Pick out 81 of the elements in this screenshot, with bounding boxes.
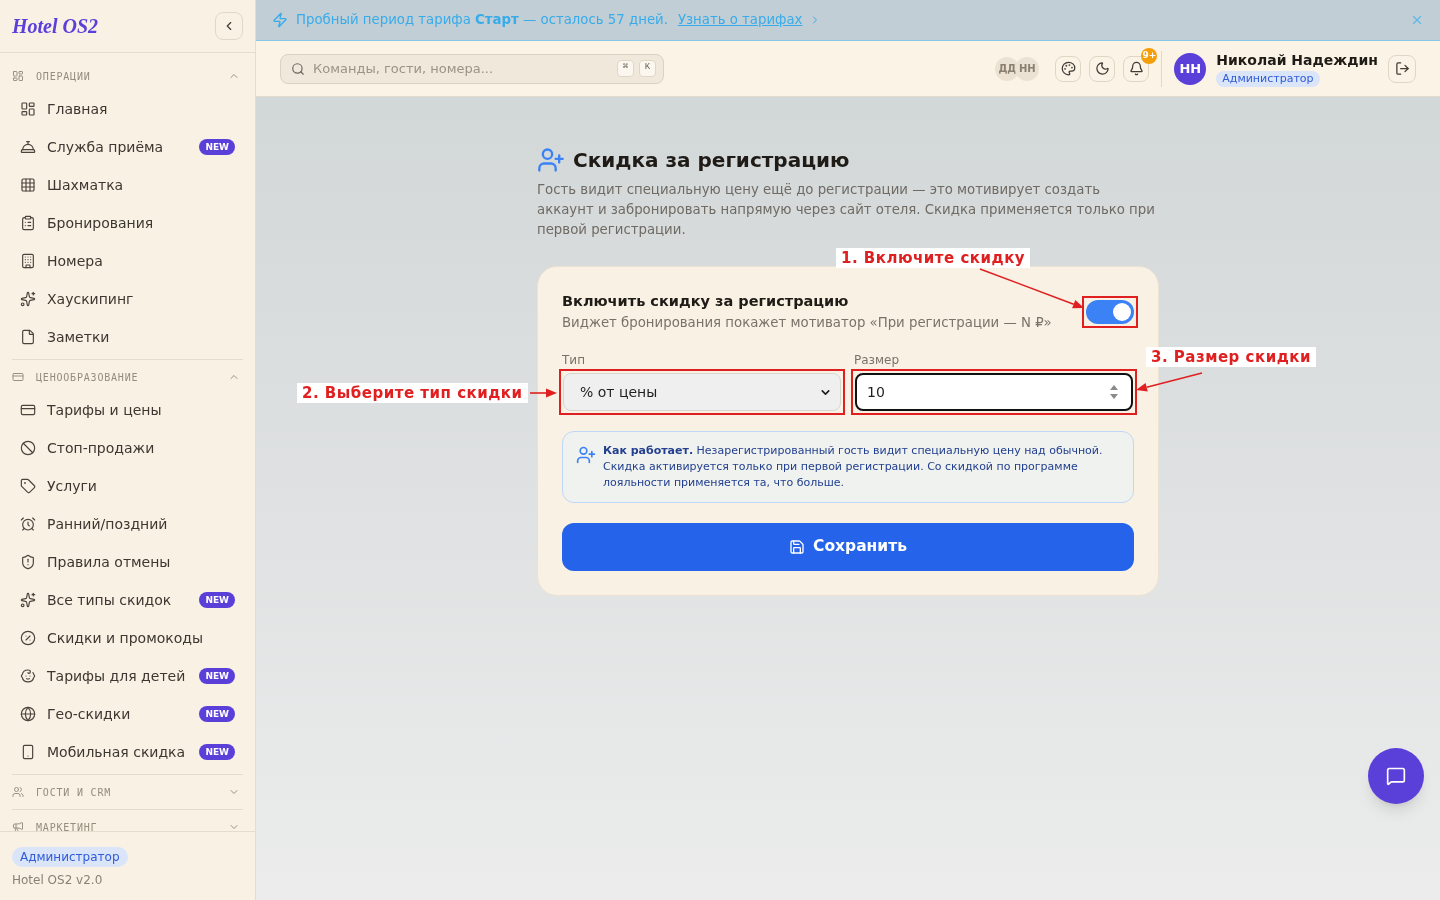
- new-badge: NEW: [199, 139, 235, 155]
- shield-icon: [20, 554, 36, 570]
- save-button[interactable]: Сохранить: [562, 523, 1134, 571]
- grid-icon: [20, 177, 36, 193]
- alarm-clock-icon: [20, 516, 36, 532]
- new-badge: NEW: [199, 706, 235, 722]
- annotation-label: 2. Выберите тип скидки: [297, 383, 528, 403]
- nav-item[interactable]: Бронирования: [12, 204, 243, 242]
- page-title: Скидка за регистрацию: [573, 147, 850, 174]
- search-icon: [291, 61, 305, 76]
- role-badge: Администратор: [12, 847, 128, 867]
- percent-icon: [20, 630, 36, 646]
- toggle-label: Включить скидку за регистрацию: [562, 292, 850, 311]
- face-icon: [20, 668, 36, 684]
- megaphone-icon: [12, 821, 24, 831]
- moon-icon: [1094, 61, 1110, 76]
- user-avatar: НН: [1174, 52, 1207, 85]
- ban-icon: [20, 440, 36, 456]
- nav-item[interactable]: Гео-скидки NEW: [12, 695, 243, 733]
- nav-item[interactable]: Скидки и промокоды: [12, 619, 243, 657]
- nav-item[interactable]: Номера: [12, 242, 243, 280]
- nav-item[interactable]: Шахматка: [12, 166, 243, 204]
- nav-item[interactable]: Услуги: [12, 467, 243, 505]
- service-bell-icon: [20, 139, 36, 155]
- theme-button[interactable]: [1055, 55, 1082, 82]
- nav-item[interactable]: Хаускипинг: [12, 280, 243, 318]
- dashboard-icon: [12, 70, 24, 82]
- bell-icon: [1128, 61, 1144, 76]
- dark-mode-button[interactable]: [1089, 55, 1116, 82]
- lightning-icon: [272, 12, 288, 28]
- notification-badge: 9+: [1141, 47, 1158, 64]
- palette-icon: [1060, 61, 1076, 76]
- trial-message: Пробный период тарифа Старт — осталось 57 дней.: [296, 11, 668, 30]
- discount-type-select[interactable]: % от цены: [563, 373, 841, 411]
- card-icon: [12, 371, 24, 383]
- nav-item[interactable]: Ранний/поздний: [12, 505, 243, 543]
- nav-item[interactable]: Тарифы для детей NEW: [12, 657, 243, 695]
- discount-size-field[interactable]: 10: [855, 373, 1133, 411]
- page-icon: [20, 329, 36, 345]
- clipboard-icon: [20, 215, 36, 231]
- page-description: Гость видит специальную цену ещё до регистрации — это мотивирует создать аккаунт и забронировать напрямую через сайт отеля. Скидка применяется только при первой регистрации.: [537, 181, 1156, 239]
- nav-item[interactable]: Тарифы и цены: [12, 391, 243, 429]
- close-icon: [1410, 13, 1424, 27]
- chat-icon: [1386, 766, 1406, 786]
- nav-item[interactable]: Правила отмены: [12, 543, 243, 581]
- user-plus-icon: [537, 146, 565, 174]
- app-logo[interactable]: Hotel OS2: [12, 14, 99, 38]
- version-text: Hotel OS2 v2.0: [12, 872, 104, 888]
- field-label: Тип: [562, 352, 586, 368]
- new-badge: NEW: [199, 744, 235, 760]
- info-text: Как работает. Незарегистрированный гость видит специальную цену над обычной. Скидка активируется только при первой регистрации. Со скидкой по программе лояльности применяется та, что больше.: [603, 443, 1104, 491]
- user-avatar: НН: [1015, 56, 1040, 81]
- nav-item[interactable]: Мобильная скидка NEW: [12, 733, 243, 771]
- nav-item[interactable]: Все типы скидок NEW: [12, 581, 243, 619]
- annotation-label: 3. Размер скидки: [1146, 347, 1316, 367]
- dashboard-icon: [20, 101, 36, 117]
- sparkles-icon: [20, 592, 36, 608]
- save-icon: [789, 539, 806, 555]
- spinner-icon: [1109, 384, 1119, 400]
- tag-icon: [20, 478, 36, 494]
- new-badge: NEW: [199, 668, 235, 684]
- field-label: Размер: [854, 352, 901, 368]
- new-badge: NEW: [199, 592, 235, 608]
- user-name: Николай Надеждин: [1216, 50, 1378, 69]
- annotation-arrow: [529, 388, 557, 398]
- role-badge: Администратор: [1216, 70, 1320, 87]
- building-icon: [20, 253, 36, 269]
- globe-icon: [20, 706, 36, 722]
- sparkles-icon: [20, 291, 36, 307]
- nav-item[interactable]: Стоп-продажи: [12, 429, 243, 467]
- user-plus-icon: [576, 445, 596, 465]
- nav-item[interactable]: Служба приёма NEW: [12, 128, 243, 166]
- users-icon: [12, 786, 24, 798]
- annotation-label: 1. Включите скидку: [836, 248, 1031, 268]
- card-icon: [20, 402, 36, 418]
- nav-item[interactable]: Главная: [12, 90, 243, 128]
- phone-icon: [20, 744, 36, 760]
- toggle-hint: Виджет бронирования покажет мотиватор «При регистрации — N ₽»: [562, 314, 1052, 332]
- nav-item[interactable]: Заметки: [12, 318, 243, 356]
- logout-icon: [1394, 61, 1410, 76]
- logout-button[interactable]: [1388, 54, 1416, 83]
